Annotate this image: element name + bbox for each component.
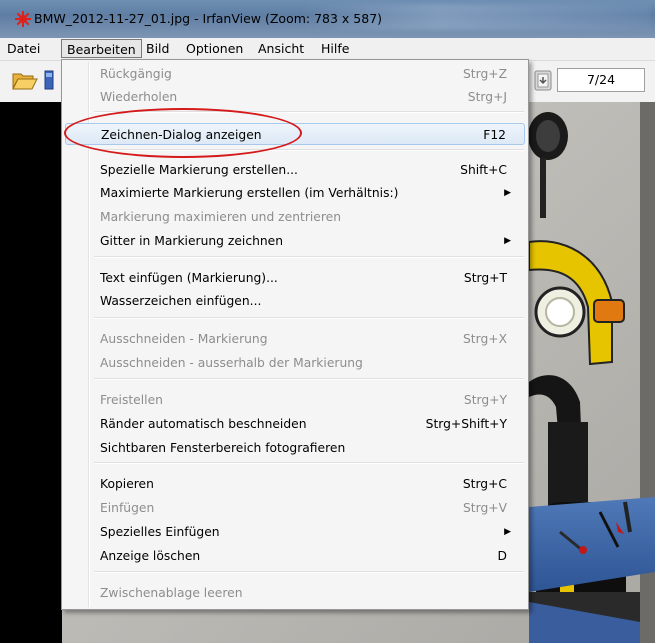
menu-item-kopieren[interactable]: Kopieren Strg+C [65, 473, 525, 495]
menu-item-maximierte-markierung[interactable]: Maximierte Markierung erstellen (im Verh… [65, 182, 525, 204]
menu-item-anzeige-loeschen[interactable]: Anzeige löschen D [65, 545, 525, 567]
page-counter: 7/24 [557, 68, 645, 92]
menu-separator [94, 256, 524, 258]
title-bar: BMW_2012-11-27_01.jpg - IrfanView (Zoom:… [0, 0, 655, 38]
menu-item-markierung-maximieren[interactable]: Markierung maximieren und zentrieren [65, 206, 525, 228]
menu-item-shortcut: Strg+C [462, 477, 507, 491]
menu-item-label: Markierung maximieren und zentrieren [100, 210, 342, 224]
menu-item-spezielle-markierung[interactable]: Spezielle Markierung erstellen... Shift+… [65, 159, 525, 181]
window-title: BMW_2012-11-27_01.jpg - IrfanView (Zoom:… [34, 11, 383, 26]
menu-item-shortcut: Shift+C [460, 163, 507, 177]
menu-bar: Datei Bearbeiten Bild Optionen Ansicht H… [0, 38, 655, 61]
menu-separator [94, 571, 524, 573]
submenu-arrow-icon: ▶ [504, 236, 511, 246]
menu-datei[interactable]: Datei [2, 39, 45, 58]
menu-item-label: Kopieren [100, 477, 154, 491]
slideshow-icon[interactable] [44, 69, 54, 91]
open-folder-icon[interactable] [12, 69, 38, 91]
menu-item-label: Wasserzeichen einfügen... [100, 294, 262, 308]
menu-item-label: Einfügen [100, 501, 155, 515]
menu-item-label: Spezielle Markierung erstellen... [100, 163, 298, 177]
menu-ansicht[interactable]: Ansicht [253, 39, 309, 58]
menu-item-shortcut: Strg+T [463, 271, 507, 285]
menu-item-wiederholen[interactable]: Wiederholen Strg+J [65, 86, 525, 108]
menu-item-text-einfuegen[interactable]: Text einfügen (Markierung)... Strg+T [65, 267, 525, 289]
menu-item-spezielles-einfuegen[interactable]: Spezielles Einfügen ▶ [65, 521, 525, 543]
menu-item-label: Zeichnen-Dialog anzeigen [101, 128, 262, 142]
menu-item-ausschneiden-markierung[interactable]: Ausschneiden - Markierung Strg+X [65, 328, 525, 350]
menu-item-gitter[interactable]: Gitter in Markierung zeichnen ▶ [65, 230, 525, 252]
menu-item-label: Wiederholen [100, 90, 178, 104]
menu-separator [94, 149, 524, 151]
menu-item-fensterbereich-fotografieren[interactable]: Sichtbaren Fensterbereich fotografieren [65, 437, 525, 459]
menu-item-wasserzeichen[interactable]: Wasserzeichen einfügen... [65, 290, 525, 312]
menu-item-shortcut: Strg+Y [463, 393, 507, 407]
next-page-icon[interactable] [533, 69, 555, 93]
menu-item-ausschneiden-ausserhalb[interactable]: Ausschneiden - ausserhalb der Markierung [65, 352, 525, 374]
menu-item-label: Freistellen [100, 393, 163, 407]
menu-item-label: Sichtbaren Fensterbereich fotografieren [100, 441, 346, 455]
menu-separator [94, 111, 524, 113]
menu-item-shortcut: D [497, 549, 507, 563]
menu-item-shortcut: Strg+J [467, 90, 507, 104]
menu-item-freistellen[interactable]: Freistellen Strg+Y [65, 389, 525, 411]
submenu-arrow-icon: ▶ [504, 527, 511, 537]
menu-item-label: Maximierte Markierung erstellen (im Verh… [100, 186, 399, 200]
menu-item-label: Ränder automatisch beschneiden [100, 417, 307, 431]
menu-item-label: Spezielles Einfügen [100, 525, 220, 539]
menu-optionen[interactable]: Optionen [181, 39, 248, 58]
menu-item-shortcut: Strg+V [463, 501, 507, 515]
menu-hilfe[interactable]: Hilfe [316, 39, 354, 58]
submenu-arrow-icon: ▶ [504, 188, 511, 198]
menu-item-shortcut: Strg+Shift+Y [425, 417, 507, 431]
menu-item-shortcut: Strg+Z [463, 67, 507, 81]
irfanview-app-icon[interactable] [14, 10, 32, 28]
menu-item-label: Anzeige löschen [100, 549, 201, 563]
menu-item-einfuegen[interactable]: Einfügen Strg+V [65, 497, 525, 519]
menu-item-label: Zwischenablage leeren [100, 586, 243, 600]
menu-item-zeichnen-dialog[interactable]: Zeichnen-Dialog anzeigen F12 [65, 123, 525, 145]
menu-item-zwischenablage-leeren[interactable]: Zwischenablage leeren [65, 582, 525, 604]
menu-item-shortcut: Strg+X [463, 332, 507, 346]
menu-item-shortcut: F12 [483, 128, 506, 142]
menu-item-label: Ausschneiden - Markierung [100, 332, 268, 346]
menu-item-label: Rückgängig [100, 67, 172, 81]
menu-separator [94, 317, 524, 319]
menu-item-label: Ausschneiden - ausserhalb der Markierung [100, 356, 363, 370]
menu-separator [94, 462, 524, 464]
menu-item-raender-beschneiden[interactable]: Ränder automatisch beschneiden Strg+Shif… [65, 413, 525, 435]
menu-bild[interactable]: Bild [141, 39, 174, 58]
menu-item-label: Text einfügen (Markierung)... [100, 271, 278, 285]
menu-item-rueckgaengig[interactable]: Rückgängig Strg+Z [65, 63, 525, 85]
menu-item-label: Gitter in Markierung zeichnen [100, 234, 284, 248]
menu-bearbeiten[interactable]: Bearbeiten [61, 39, 142, 58]
menu-separator [94, 378, 524, 380]
edit-menu-dropdown: Rückgängig Strg+Z Wiederholen Strg+J Zei… [61, 59, 529, 610]
